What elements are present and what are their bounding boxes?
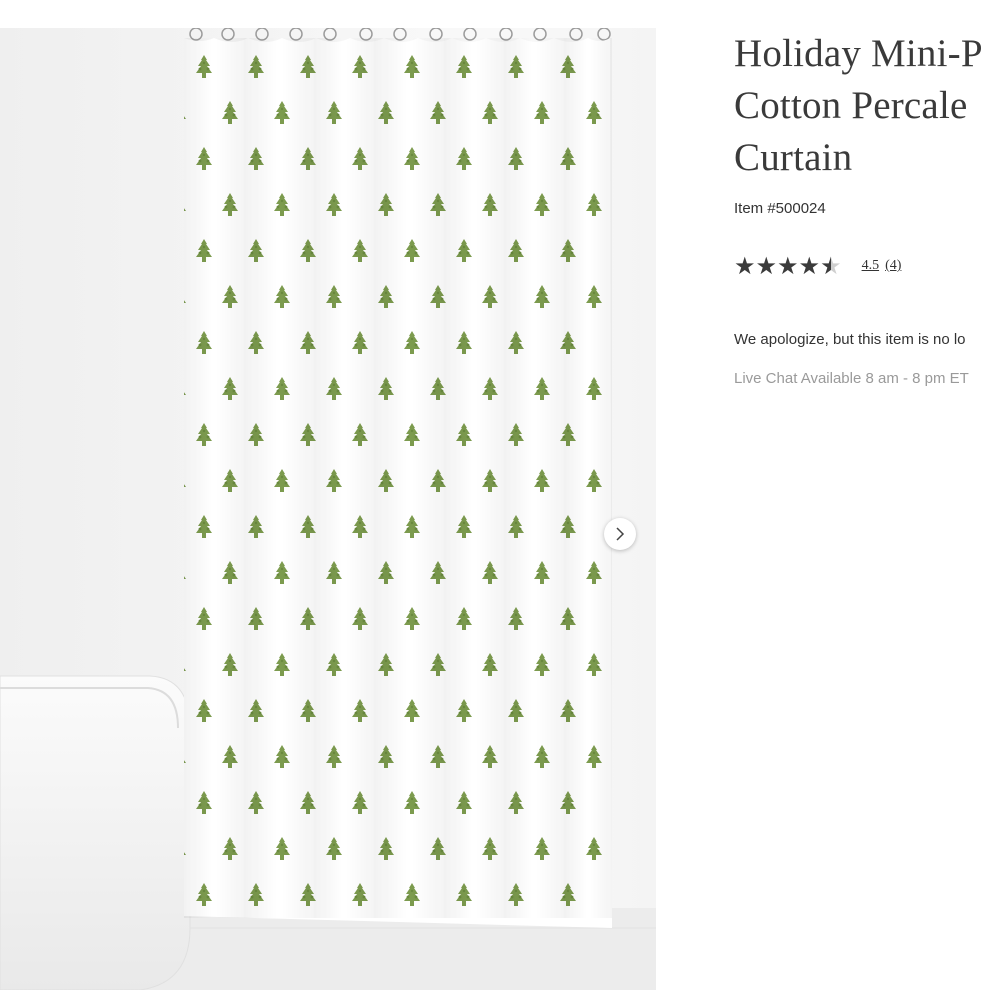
star-half-icon: ★	[820, 252, 842, 280]
product-photo	[0, 28, 656, 990]
chevron-right-icon	[616, 527, 625, 541]
product-title-line: Cotton Percale	[734, 84, 968, 127]
star-icon: ★	[755, 252, 778, 280]
product-image-gallery[interactable]	[0, 28, 656, 990]
star-icon: ★	[798, 252, 821, 280]
product-rating[interactable]: ★ ★ ★ ★ ★ 4.5 (4)	[734, 254, 901, 278]
gallery-next-button[interactable]	[604, 518, 636, 550]
product-title-line: Curtain	[734, 136, 853, 179]
live-chat-hours: Live Chat Available 8 am - 8 pm ET	[734, 370, 969, 387]
product-title-line: Holiday Mini-P	[734, 32, 983, 75]
rating-value-link[interactable]: 4.5	[862, 258, 880, 274]
star-icon: ★	[734, 252, 756, 280]
star-icon: ★	[777, 252, 799, 280]
rating-stars: ★ ★ ★ ★ ★	[734, 254, 842, 278]
item-number: Item #500024	[734, 200, 826, 217]
unavailable-notice: We apologize, but this item is no lo	[734, 331, 966, 348]
product-info: Holiday Mini-P Cotton Percale Curtain It…	[734, 28, 1000, 428]
review-count-link[interactable]: (4)	[885, 258, 901, 274]
product-title: Holiday Mini-P Cotton Percale Curtain	[734, 28, 1000, 184]
